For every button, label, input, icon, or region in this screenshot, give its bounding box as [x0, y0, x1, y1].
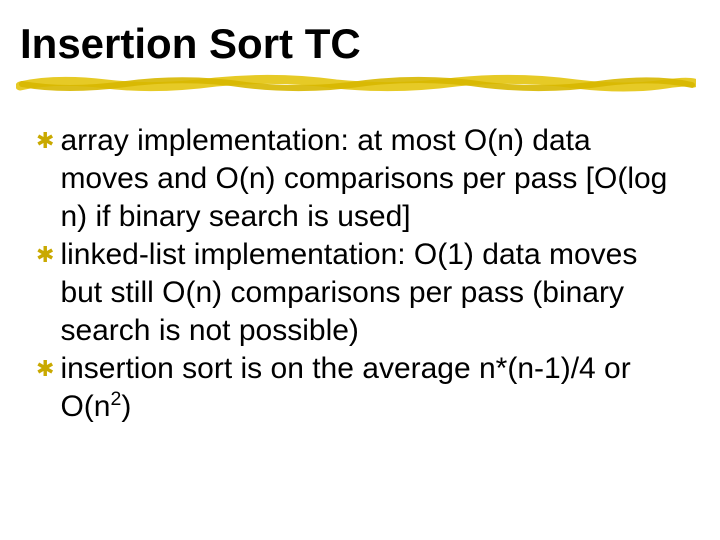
- bullet-icon: ✱: [36, 236, 54, 274]
- slide: Insertion Sort TC ✱ array implementation…: [0, 0, 720, 540]
- bullet-list: ✱ array implementation: at most O(n) dat…: [40, 122, 680, 426]
- list-item: ✱ insertion sort is on the average n*(n-…: [40, 350, 680, 426]
- list-item: ✱ linked-list implementation: O(1) data …: [40, 236, 680, 350]
- title-underline: [16, 72, 696, 94]
- bullet-text: insertion sort is on the average n*(n-1)…: [60, 350, 680, 426]
- bullet-icon: ✱: [36, 122, 54, 160]
- slide-title: Insertion Sort TC: [20, 20, 680, 68]
- bullet-text: array implementation: at most O(n) data …: [60, 122, 680, 236]
- bullet-text: linked-list implementation: O(1) data mo…: [60, 236, 680, 350]
- list-item: ✱ array implementation: at most O(n) dat…: [40, 122, 680, 236]
- bullet-icon: ✱: [36, 350, 54, 388]
